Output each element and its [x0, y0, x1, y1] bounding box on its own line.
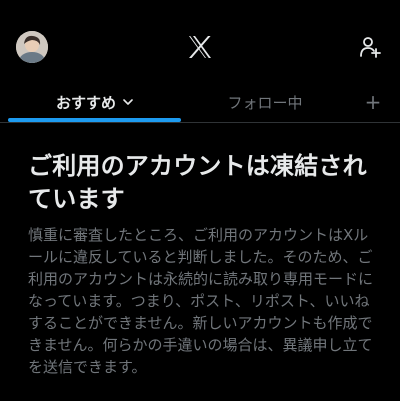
tab-recommended[interactable]: おすすめ — [0, 82, 190, 122]
tab-following[interactable]: フォロー中 — [190, 82, 340, 122]
active-tab-indicator — [8, 118, 181, 122]
avatar[interactable] — [16, 31, 48, 63]
suspension-notice: ご利用のアカウントは凍結されています 慎重に審査したところ、ご利用のアカウントは… — [28, 150, 378, 378]
timeline-tabs: おすすめ フォロー中 + — [0, 82, 400, 123]
tab-recommended-label: おすすめ — [55, 93, 116, 112]
add-person-icon[interactable] — [359, 36, 381, 58]
top-bar — [0, 0, 400, 92]
user-avatar-icon — [16, 31, 48, 63]
add-tab-button[interactable]: + — [356, 82, 390, 122]
notice-body: 慎重に審査したところ、ご利用のアカウントはXルールに違反していると判断しました。… — [28, 226, 374, 376]
notice-title: ご利用のアカウントは凍結されています — [28, 152, 367, 213]
tab-following-label: フォロー中 — [227, 93, 303, 112]
plus-icon: + — [364, 90, 382, 114]
x-logo-icon[interactable] — [188, 36, 212, 58]
chevron-down-icon — [123, 99, 133, 105]
